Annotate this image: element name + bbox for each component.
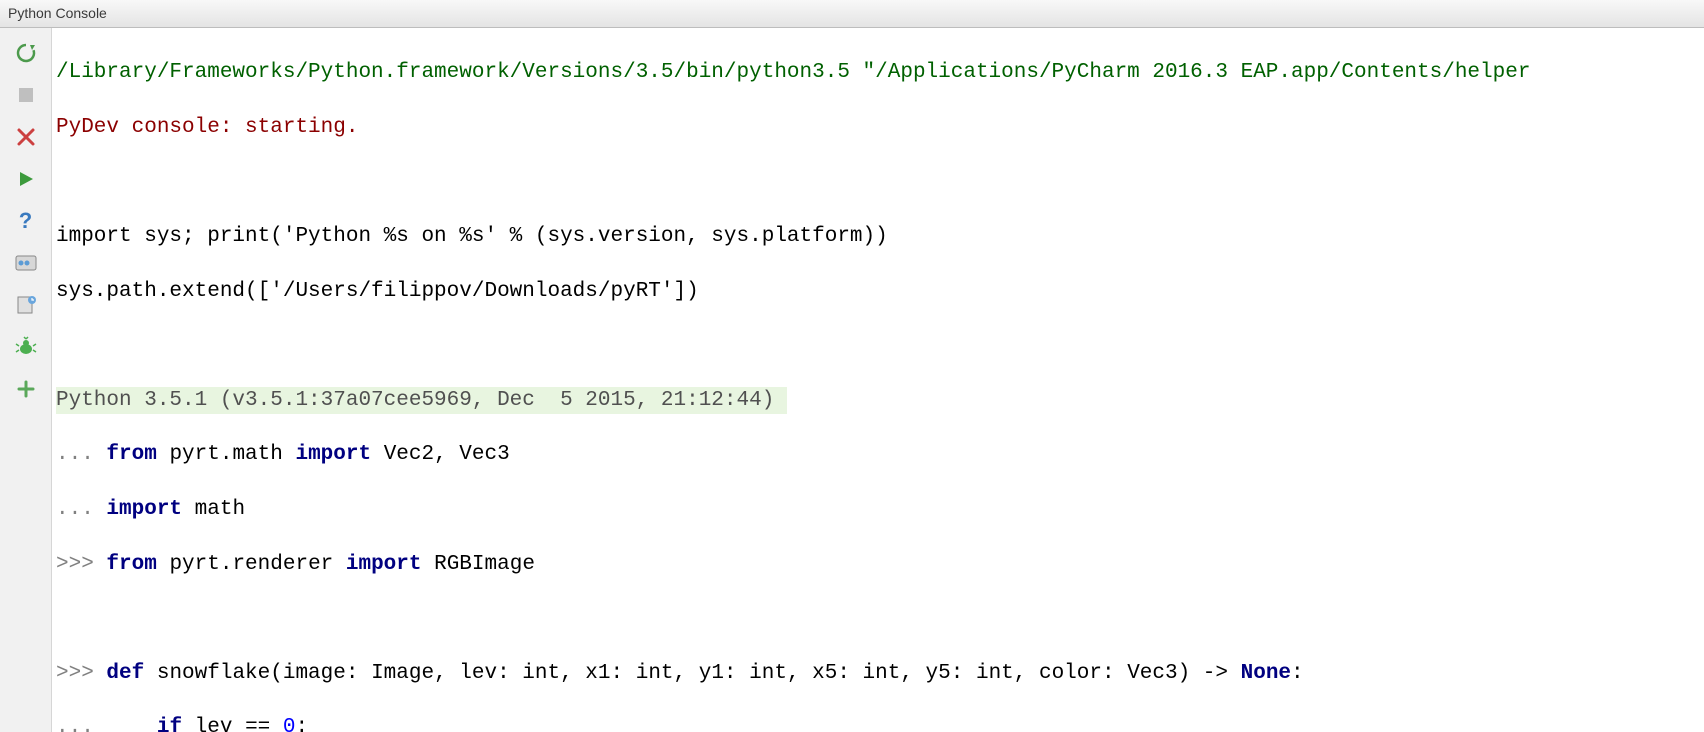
add-button[interactable] [11, 374, 41, 404]
console-toolbar: ? [0, 28, 52, 732]
pydev-line: PyDev console: starting. [56, 114, 358, 141]
sys-import: import sys; print('Python %s on %s' % (s… [56, 223, 888, 250]
main-area: ? /Library/Frameworks/Python.framework/V… [0, 28, 1704, 732]
execute-button[interactable] [11, 164, 41, 194]
prompt-dots: ... [56, 714, 106, 732]
console-title: Python Console [8, 5, 107, 21]
sys-path: sys.path.extend(['/Users/filippov/Downlo… [56, 278, 699, 305]
variables-button[interactable] [11, 248, 41, 278]
stop-button[interactable] [11, 80, 41, 110]
prompt-arrows: >>> [56, 551, 106, 578]
prompt-dots: ... [56, 496, 106, 523]
debug-button[interactable] [11, 332, 41, 362]
console-output[interactable]: /Library/Frameworks/Python.framework/Ver… [52, 28, 1704, 732]
close-button[interactable] [11, 122, 41, 152]
path-line: /Library/Frameworks/Python.framework/Ver… [56, 59, 1530, 86]
help-icon: ? [19, 208, 32, 234]
rerun-button[interactable] [11, 38, 41, 68]
help-button[interactable]: ? [11, 206, 41, 236]
history-button[interactable] [11, 290, 41, 320]
prompt-dots: ... [56, 441, 106, 468]
console-title-bar: Python Console [0, 0, 1704, 28]
version-highlight: Python 3.5.1 (v3.5.1:37a07cee5969, Dec 5… [56, 387, 787, 414]
prompt-arrows: >>> [56, 660, 106, 687]
